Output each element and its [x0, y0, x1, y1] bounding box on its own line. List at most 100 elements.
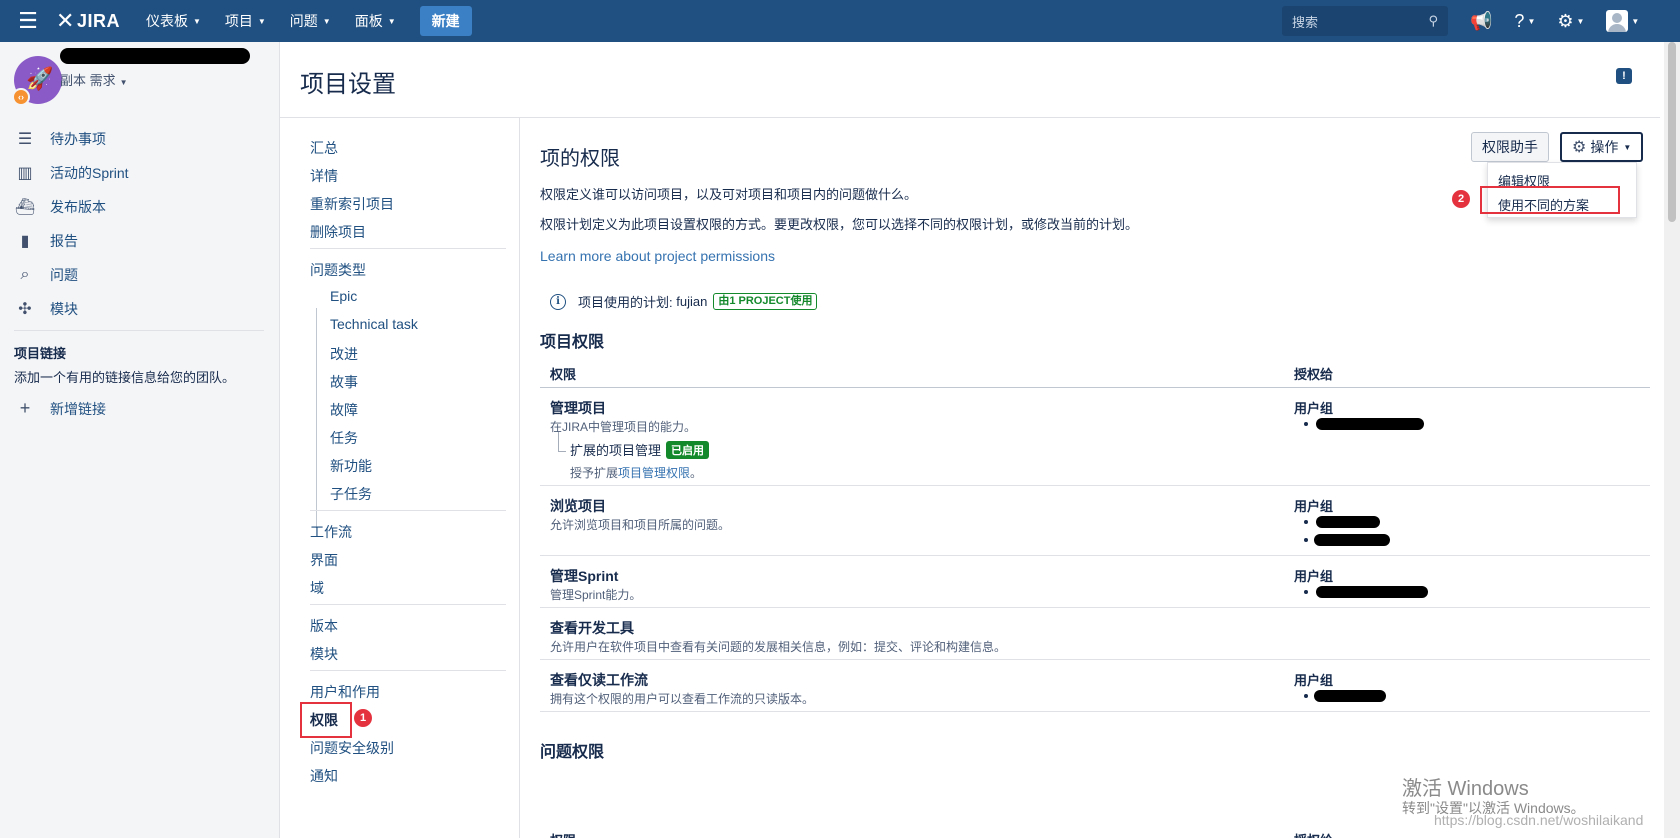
table-row: 浏览项目 允许浏览项目和项目所属的问题。 用户组 [540, 486, 1650, 556]
sidebar-item-issues[interactable]: ⌕ 问题 [14, 258, 129, 292]
add-link-button[interactable]: + 新增链接 [14, 398, 106, 419]
rocket-icon: 🚀 [26, 66, 54, 91]
highlight-box-different-scheme [1480, 186, 1620, 214]
extended-admin: 扩展的项目管理 已启用 [570, 440, 710, 459]
settings-divider [310, 510, 506, 511]
settings-item-issue-type[interactable]: 故障 [330, 400, 358, 420]
settings-item-details[interactable]: 详情 [310, 166, 338, 186]
bullet [1304, 520, 1308, 524]
settings-item-screens[interactable]: 界面 [310, 550, 338, 570]
page-scrollbar[interactable] [1664, 42, 1680, 838]
settings-item-reindex[interactable]: 重新索引项目 [310, 194, 394, 214]
bullet [1304, 422, 1308, 426]
menu-icon[interactable]: ☰ [0, 8, 56, 34]
actions-button[interactable]: ⚙ 操作 ▼ [1560, 132, 1644, 162]
content-title: 项的权限 [540, 148, 620, 170]
chevron-down-icon: ▼ [322, 16, 331, 26]
enabled-badge: 已启用 [666, 440, 710, 459]
scheme-name: fujian [676, 294, 708, 309]
release-icon: ⛴ [14, 199, 36, 216]
top-navigation: ☰ ✕ JIRA 仪表板 ▼ 项目 ▼ 问题 ▼ 面板 ▼ 新建 搜索 ⚲ 📢 ? ▼ ⚙ ▼ … [0, 0, 1680, 42]
project-header[interactable]: 🚀 ‹› [12, 56, 62, 106]
permission-description: 管理Sprint能力。 [550, 588, 642, 602]
sidebar-item-backlog[interactable]: ☰ 待办事项 [14, 122, 129, 156]
permission-name: 管理Sprint [550, 568, 619, 584]
settings-item-workflows[interactable]: 工作流 [310, 522, 352, 542]
jira-logo[interactable]: ✕ JIRA [56, 8, 120, 34]
settings-item-notifications[interactable]: 通知 [310, 766, 338, 786]
redacted-group [1316, 516, 1380, 528]
gear-icon[interactable]: ⚙ ▼ [1557, 11, 1584, 32]
settings-item-issue-type[interactable]: 新功能 [330, 456, 372, 476]
settings-item-versions[interactable]: 版本 [310, 616, 338, 636]
backlog-icon: ☰ [17, 131, 33, 148]
create-button[interactable]: 新建 [419, 6, 472, 36]
settings-divider [310, 670, 506, 671]
table-row: 管理Sprint 管理Sprint能力。 用户组 [540, 556, 1650, 608]
nav-issues[interactable]: 问题 ▼ [290, 11, 331, 31]
settings-item-issue-type[interactable]: 任务 [330, 428, 358, 448]
project-type-selector[interactable]: 副本 需求 ▼ [60, 70, 128, 89]
settings-item-issue-type[interactable]: Technical task [330, 316, 418, 332]
sidebar-divider [14, 330, 264, 331]
sidebar-item-components[interactable]: ✣ 模块 [14, 292, 129, 326]
nav-projects[interactable]: 项目 ▼ [225, 11, 266, 31]
scrollbar-thumb[interactable] [1668, 42, 1676, 222]
redacted-group [1316, 586, 1428, 598]
scheme-usage-badge[interactable]: 由1 PROJECT使用 [713, 293, 818, 310]
redacted-group [1314, 534, 1390, 546]
learn-more-link[interactable]: Learn more about project permissions [540, 248, 775, 264]
settings-item-delete[interactable]: 删除项目 [310, 222, 366, 242]
permission-name: 管理项目 [550, 400, 606, 416]
permission-description: 在JIRA中管理项目的能力。 [550, 420, 697, 434]
search-issues-icon: ⌕ [20, 266, 30, 283]
sidebar-item-releases[interactable]: ⛴ 发布版本 [14, 190, 129, 224]
megaphone-icon[interactable]: 📢 [1470, 11, 1492, 32]
nav-boards[interactable]: 面板 ▼ [355, 11, 396, 31]
board-icon: ▥ [17, 165, 33, 182]
chevron-down-icon: ▼ [192, 16, 201, 26]
settings-item-issue-type[interactable]: 子任务 [330, 484, 372, 504]
chevron-down-icon: ▼ [257, 16, 266, 26]
settings-item-fields[interactable]: 域 [310, 578, 324, 598]
bullet [1304, 590, 1308, 594]
code-badge-icon: ‹› [12, 88, 30, 106]
nav-dashboards[interactable]: 仪表板 ▼ [146, 11, 201, 31]
column-permission: 权限 [550, 367, 577, 382]
settings-item-users-roles[interactable]: 用户和作用 [310, 682, 380, 702]
search-input[interactable]: 搜索 ⚲ [1282, 6, 1448, 36]
grant-type: 用户组 [1294, 499, 1334, 514]
sidebar-item-reports[interactable]: ▮ 报告 [14, 224, 129, 258]
settings-item-issue-type[interactable]: 改进 [330, 344, 358, 364]
user-avatar[interactable]: ▼ [1606, 10, 1639, 32]
step-marker-1: 1 [354, 709, 372, 727]
settings-item-components[interactable]: 模块 [310, 644, 338, 664]
sidebar-item-active-sprint[interactable]: ▥ 活动的Sprint [14, 156, 128, 190]
grant-type: 用户组 [1294, 673, 1334, 688]
settings-divider [310, 604, 506, 605]
chevron-down-icon: ▼ [1527, 16, 1536, 26]
column-permission: 权限 [550, 830, 576, 838]
project-admin-permission-link[interactable]: 项目管理权限 [618, 466, 690, 480]
project-avatar[interactable]: 🚀 ‹› [12, 56, 62, 106]
feedback-icon[interactable]: ! [1616, 68, 1632, 84]
permission-description: 允许用户在软件项目中查看有关问题的发展相关信息，例如：提交、评论和构建信息。 [550, 640, 1007, 654]
settings-item-summary[interactable]: 汇总 [310, 138, 338, 158]
table-row: 管理项目 在JIRA中管理项目的能力。 扩展的项目管理 已启用 授予扩展项目管理权… [540, 388, 1650, 486]
gear-icon: ⚙ [1572, 139, 1587, 156]
settings-divider [310, 248, 506, 249]
highlight-box-permissions [300, 702, 352, 738]
permissions-table-header: 权限 授权给 [540, 358, 1650, 388]
tree-connector [558, 432, 566, 452]
settings-item-issue-type[interactable]: Epic [330, 288, 357, 304]
settings-navigation: 汇总 详情 重新索引项目 删除项目 问题类型 Epic Technical ta… [280, 118, 520, 838]
redacted-group [1314, 690, 1386, 702]
permission-helper-button[interactable]: 权限助手 [1471, 132, 1549, 162]
settings-item-issue-type[interactable]: 故事 [330, 372, 358, 392]
settings-item-issue-types[interactable]: 问题类型 [310, 260, 366, 280]
grant-type: 用户组 [1294, 401, 1334, 416]
project-sidebar: 🚀 ‹› 副本 需求 ▼ ☰ 待办事项 ▥ 活动的Sprint ⛴ 发布版本 ▮ 报告 ⌕… [0, 42, 280, 838]
help-icon[interactable]: ? ▼ [1514, 11, 1535, 32]
bullet [1304, 538, 1308, 542]
settings-item-issue-security[interactable]: 问题安全级别 [310, 738, 394, 758]
